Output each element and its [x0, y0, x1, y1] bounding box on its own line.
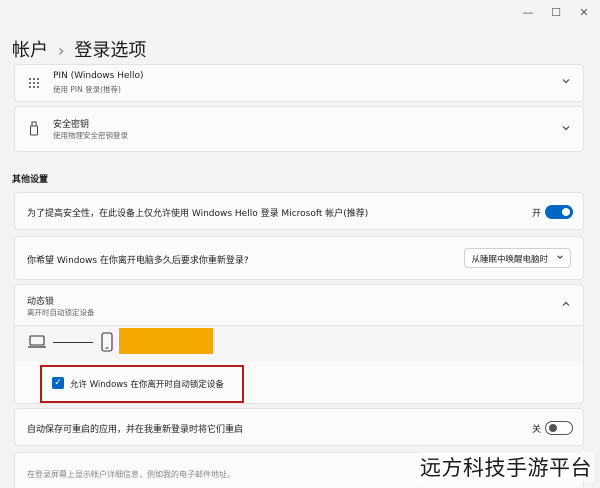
- restart-apps-card: 自动保存可重启的应用，并在我重新登录时将它们重启 关: [14, 408, 584, 446]
- minimize-button[interactable]: —: [518, 6, 538, 19]
- annotation-highlight-box: [40, 365, 244, 403]
- restart-apps-toggle[interactable]: [545, 421, 573, 435]
- hello-only-text: 为了提高安全性，在此设备上仅允许使用 Windows Hello 登录 Micr…: [27, 209, 369, 219]
- chevron-up-icon[interactable]: [561, 299, 571, 312]
- phone-icon: [101, 332, 113, 356]
- watermark-text: 远方科技手游平台: [418, 452, 594, 482]
- chevron-down-icon[interactable]: [561, 123, 571, 136]
- pin-title: PIN (Windows Hello): [53, 71, 144, 81]
- security-key-title: 安全密钥: [53, 120, 90, 130]
- maximize-button[interactable]: ☐: [546, 6, 566, 19]
- breadcrumb: 帐户 › 登录选项: [12, 36, 146, 62]
- lock-screen-details-text: 在登录屏幕上显示帐户详细信息，例如我的电子邮件地址。: [27, 470, 235, 479]
- dynamic-lock-illustration: [14, 326, 584, 362]
- close-button[interactable]: ✕: [574, 6, 594, 19]
- pin-card[interactable]: PIN (Windows Hello) 使用 PIN 登录(推荐): [14, 64, 584, 102]
- title-bar: — ☐ ✕: [0, 0, 600, 26]
- away-signin-text: 你希望 Windows 在你离开电脑多久后要求你重新登录?: [27, 256, 249, 266]
- dynamic-lock-card[interactable]: 动态锁 离开时自动锁定设备: [14, 284, 584, 326]
- hello-only-toggle[interactable]: [545, 205, 573, 219]
- hello-only-card: 为了提高安全性，在此设备上仅允许使用 Windows Hello 登录 Micr…: [14, 192, 584, 230]
- breadcrumb-parent[interactable]: 帐户: [12, 40, 48, 61]
- restart-apps-text: 自动保存可重启的应用，并在我重新登录时将它们重启: [27, 425, 244, 435]
- chevron-down-icon: [556, 253, 564, 263]
- pin-subtitle: 使用 PIN 登录(推荐): [53, 85, 121, 94]
- breadcrumb-separator: ›: [58, 41, 65, 60]
- dynamic-lock-title: 动态锁: [27, 297, 55, 307]
- keypad-icon: [27, 75, 41, 89]
- usb-key-icon: [27, 121, 41, 136]
- away-signin-dropdown[interactable]: 从睡眠中唤醒电脑时: [464, 248, 571, 268]
- security-key-card[interactable]: 安全密钥 使用物理安全密钥登录: [14, 106, 584, 152]
- redacted-device-name: [119, 328, 213, 354]
- security-key-subtitle: 使用物理安全密钥登录: [53, 131, 128, 140]
- dynamic-lock-subtitle: 离开时自动锁定设备: [27, 308, 95, 317]
- away-signin-card: 你希望 Windows 在你离开电脑多久后要求你重新登录? 从睡眠中唤醒电脑时: [14, 236, 584, 280]
- connection-line: [53, 342, 93, 343]
- page-title: 登录选项: [74, 40, 147, 61]
- restart-apps-toggle-label: 关: [531, 425, 541, 435]
- other-settings-heading: 其他设置: [12, 175, 49, 185]
- away-signin-dropdown-value: 从睡眠中唤醒电脑时: [471, 255, 548, 265]
- hello-only-toggle-label: 开: [531, 209, 541, 219]
- laptop-icon: [27, 334, 47, 354]
- chevron-down-icon[interactable]: [561, 76, 571, 89]
